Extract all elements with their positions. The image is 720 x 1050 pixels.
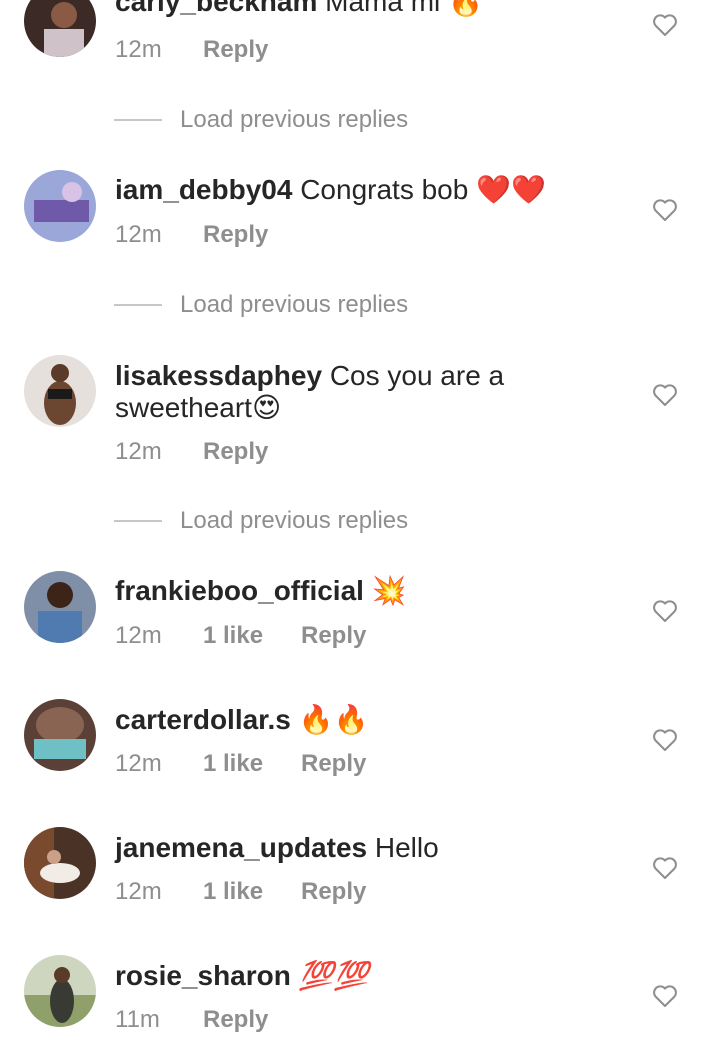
avatar[interactable] [24,355,96,427]
comment-time: 12m [115,622,162,649]
heart-outline-icon[interactable] [652,383,678,407]
comment-meta: 12m Reply [115,438,268,466]
fire-emoji: 🔥🔥 [298,703,369,736]
comment-text: rosie_sharon 💯💯 [115,960,615,992]
comment-username[interactable]: frankieboo_official [115,575,364,606]
comment-text: janemena_updates Hello [115,832,615,864]
divider-line [114,520,162,522]
comment-time: 12m [115,878,162,905]
comment-text: frankieboo_official 💥 [115,575,615,607]
avatar[interactable] [24,955,96,1027]
comment-time: 12m [115,438,162,465]
heart-outline-icon[interactable] [652,198,678,222]
comment-meta: 12m 1 like Reply [115,750,366,778]
comment-time: 12m [115,221,162,248]
comment-time: 11m [115,1006,160,1033]
divider-line [114,119,162,121]
reply-button[interactable]: Reply [203,36,268,64]
comment-meta: 12m 1 like Reply [115,622,366,650]
comment-username[interactable]: rosie_sharon [115,960,291,991]
like-count[interactable]: 1 like [203,878,301,906]
load-previous-replies[interactable]: Load previous replies [114,290,514,320]
comment-time: 12m [115,750,162,777]
comment-meta: 12m Reply [115,221,268,249]
comment-username[interactable]: carly_beckham [115,0,317,17]
avatar[interactable] [24,699,96,771]
heart-outline-icon[interactable] [652,856,678,880]
avatar[interactable] [24,571,96,643]
reply-button[interactable]: Reply [301,622,366,650]
load-previous-label[interactable]: Load previous replies [180,506,408,536]
like-count[interactable]: 1 like [203,622,301,650]
comment-username[interactable]: carterdollar.s [115,704,291,735]
heart-emoji: ❤️❤️ [476,173,546,206]
avatar[interactable] [24,827,96,899]
heart-outline-icon[interactable] [652,984,678,1008]
avatar[interactable] [24,0,96,57]
heart-outline-icon[interactable] [652,599,678,623]
load-previous-replies[interactable]: Load previous replies [114,506,514,536]
reply-button[interactable]: Reply [203,221,268,249]
like-count[interactable]: 1 like [203,750,301,778]
comment-text: carly_beckham Mama mi 🔥 [115,0,615,18]
load-previous-replies[interactable]: Load previous replies [114,105,514,135]
comment-text: lisakessdaphey Cos you are a sweetheart😍 [115,360,615,424]
reply-button[interactable]: Reply [203,438,268,466]
heart-outline-icon[interactable] [652,728,678,752]
heart-eyes-emoji: 😍 [251,391,282,424]
comment-username[interactable]: iam_debby04 [115,174,292,205]
comment-body: Mama mi [325,0,441,17]
comment-body: Hello [374,832,439,863]
reply-button[interactable]: Reply [301,878,366,906]
comment-meta: 11m Reply [115,1006,268,1034]
avatar[interactable] [24,170,96,242]
collision-emoji: 💥 [371,574,407,607]
load-previous-label[interactable]: Load previous replies [180,105,408,135]
comment-meta: 12m 1 like Reply [115,878,366,906]
comment-body: Congrats bob [300,174,469,205]
comment-text: iam_debby04 Congrats bob ❤️❤️ [115,174,615,206]
hundred-points-emoji: 💯💯 [298,959,369,992]
fire-emoji: 🔥 [448,0,483,18]
divider-line [114,304,162,306]
reply-button[interactable]: Reply [301,750,366,778]
comment-time: 12m [115,36,162,63]
comment-username[interactable]: janemena_updates [115,832,367,863]
comment-text: carterdollar.s 🔥🔥 [115,704,615,736]
comment-username[interactable]: lisakessdaphey [115,360,322,391]
heart-outline-icon[interactable] [652,13,678,37]
comment-meta: 12m Reply [115,36,268,64]
reply-button[interactable]: Reply [203,1006,268,1034]
load-previous-label[interactable]: Load previous replies [180,290,408,320]
